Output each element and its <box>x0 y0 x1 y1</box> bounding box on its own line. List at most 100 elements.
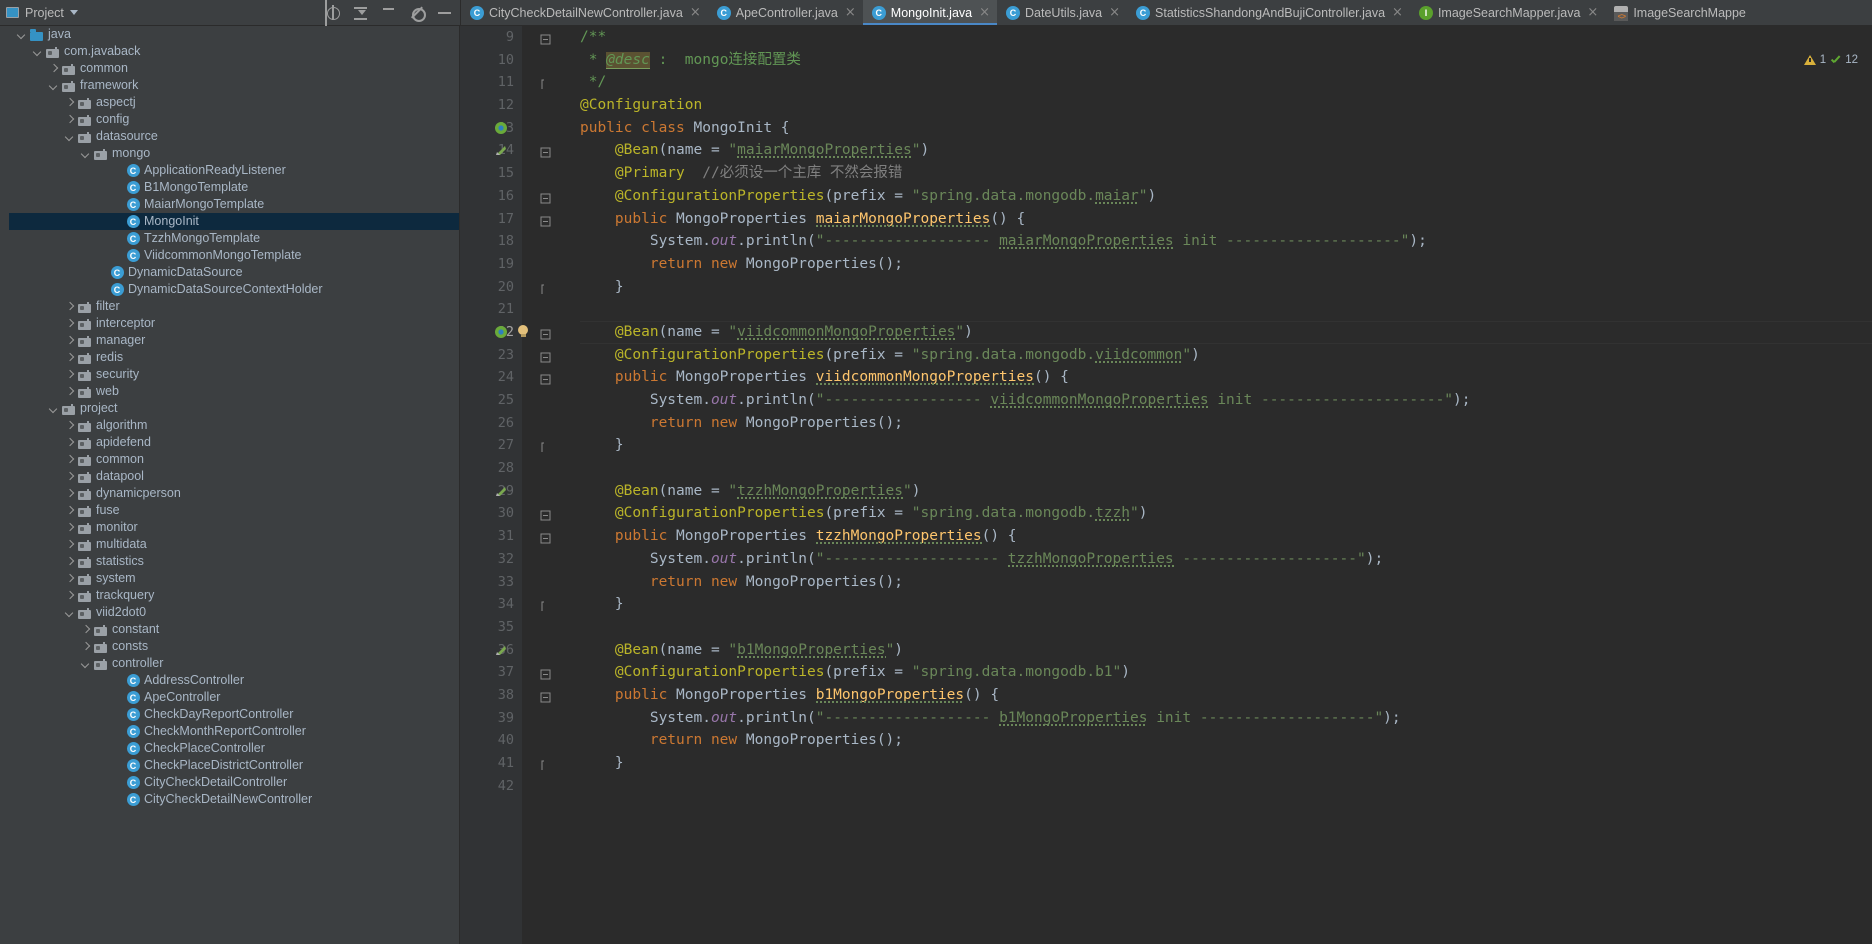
close-icon[interactable]: × <box>688 6 701 19</box>
tree-file-item[interactable]: MaiarMongoTemplate <box>0 196 459 213</box>
chevron-right-icon[interactable] <box>64 335 75 346</box>
code-editor[interactable]: 9 10 11 12 13 14 15 16 17 18 19 20 21 22 23 24 25 26 27 28 2… <box>460 26 1872 944</box>
chevron-right-icon[interactable] <box>64 539 75 550</box>
settings-gear-icon[interactable] <box>409 5 426 22</box>
bean-gutter-icon[interactable] <box>494 143 509 158</box>
code-line[interactable]: /** <box>580 26 1872 49</box>
chevron-down-icon[interactable] <box>69 10 78 15</box>
project-tree-panel[interactable]: java com.javaback common framework aspectj co… <box>0 26 460 944</box>
code-line[interactable] <box>580 457 1872 480</box>
editor-gutter-line-numbers[interactable]: 9 10 11 12 13 14 15 16 17 18 19 20 21 22 23 24 25 26 27 28 2… <box>460 26 522 944</box>
chevron-right-icon[interactable] <box>80 624 91 635</box>
code-line[interactable]: System.out.println("--------------------… <box>580 548 1872 571</box>
tree-folder-item[interactable]: dynamicperson <box>0 485 459 502</box>
chevron-right-icon[interactable] <box>64 318 75 329</box>
code-line[interactable]: @Bean(name = "tzzhMongoProperties") <box>580 480 1872 503</box>
tree-folder-item[interactable]: apidefend <box>0 434 459 451</box>
bean-gutter-icon[interactable] <box>494 643 509 658</box>
code-line[interactable]: public class MongoInit { <box>580 117 1872 140</box>
code-line[interactable]: return new MongoProperties(); <box>580 412 1872 435</box>
chevron-down-icon[interactable] <box>48 80 59 91</box>
chevron-right-icon[interactable] <box>64 97 75 108</box>
fold-region-icon[interactable] <box>540 191 551 209</box>
code-line[interactable]: @Configuration <box>580 94 1872 117</box>
fold-collapse-icon[interactable] <box>540 145 551 163</box>
tree-file-item[interactable]: B1MongoTemplate <box>0 179 459 196</box>
tree-folder-item[interactable]: trackquery <box>0 587 459 604</box>
chevron-right-icon[interactable] <box>64 522 75 533</box>
tree-file-item[interactable]: ApplicationReadyListener <box>0 162 459 179</box>
tree-folder-item[interactable]: interceptor <box>0 315 459 332</box>
chevron-right-icon[interactable] <box>64 369 75 380</box>
project-panel-title[interactable]: Project <box>6 6 78 20</box>
tree-folder-item[interactable]: fuse <box>0 502 459 519</box>
tree-file-item[interactable]: ViidcommonMongoTemplate <box>0 247 459 264</box>
code-line[interactable]: @ConfigurationProperties(prefix = "sprin… <box>580 502 1872 525</box>
tree-folder-item[interactable]: common <box>0 60 459 77</box>
chevron-right-icon[interactable] <box>64 386 75 397</box>
tree-folder-item[interactable]: datapool <box>0 468 459 485</box>
tree-file-item[interactable]: ApeController <box>0 689 459 706</box>
editor-tab[interactable]: ImageSearchMappe <box>1605 0 1753 25</box>
close-icon[interactable]: × <box>843 6 856 19</box>
close-icon[interactable]: × <box>1585 6 1598 19</box>
bean-gutter-icon[interactable] <box>494 484 509 499</box>
code-line[interactable]: System.out.println("------------------- … <box>580 230 1872 253</box>
code-line[interactable]: @Bean(name = "maiarMongoProperties") <box>580 139 1872 162</box>
code-line[interactable]: public MongoProperties tzzhMongoProperti… <box>580 525 1872 548</box>
fold-collapse-icon[interactable] <box>540 327 551 345</box>
editor-tab[interactable]: I ImageSearchMapper.java × <box>1410 0 1605 25</box>
tree-folder-item[interactable]: monitor <box>0 519 459 536</box>
spring-bean-gutter-icon[interactable] <box>494 121 509 136</box>
fold-collapse-icon[interactable] <box>540 372 551 390</box>
chevron-down-icon[interactable] <box>64 131 75 142</box>
code-line[interactable] <box>580 775 1872 798</box>
tree-file-item[interactable]: CheckPlaceController <box>0 740 459 757</box>
tree-folder-item[interactable]: viid2dot0 <box>0 604 459 621</box>
tree-file-item[interactable]: CheckPlaceDistrictController <box>0 757 459 774</box>
fold-collapse-icon[interactable] <box>540 214 551 232</box>
chevron-right-icon[interactable] <box>64 573 75 584</box>
fold-end-icon[interactable] <box>540 758 551 776</box>
editor-gutter-markers[interactable] <box>495 26 580 944</box>
code-line[interactable]: public MongoProperties maiarMongoPropert… <box>580 208 1872 231</box>
tree-file-item[interactable]: CityCheckDetailController <box>0 774 459 791</box>
fold-end-icon[interactable] <box>540 77 551 95</box>
tree-folder-item[interactable]: controller <box>0 655 459 672</box>
editor-tab[interactable]: C ApeController.java × <box>708 0 863 25</box>
code-line[interactable]: } <box>580 752 1872 775</box>
chevron-down-icon[interactable] <box>48 403 59 414</box>
chevron-down-icon[interactable] <box>80 148 91 159</box>
tree-file-item[interactable]: MongoInit <box>0 213 459 230</box>
code-line[interactable] <box>580 298 1872 321</box>
chevron-right-icon[interactable] <box>64 420 75 431</box>
chevron-right-icon[interactable] <box>64 114 75 125</box>
tree-folder-item[interactable]: algorithm <box>0 417 459 434</box>
chevron-right-icon[interactable] <box>64 556 75 567</box>
tree-file-item[interactable]: DynamicDataSourceContextHolder <box>0 281 459 298</box>
code-line[interactable]: @Primary //必须设一个主库 不然会报错 <box>580 162 1872 185</box>
chevron-down-icon[interactable] <box>32 46 43 57</box>
spring-bean-gutter-icon[interactable] <box>494 325 509 340</box>
intention-bulb-icon[interactable] <box>517 324 529 339</box>
code-line[interactable]: @ConfigurationProperties(prefix = "sprin… <box>580 661 1872 684</box>
tree-folder-item[interactable]: consts <box>0 638 459 655</box>
chevron-right-icon[interactable] <box>64 505 75 516</box>
code-line[interactable]: @ConfigurationProperties(prefix = "sprin… <box>580 185 1872 208</box>
chevron-right-icon[interactable] <box>64 301 75 312</box>
tree-file-item[interactable]: CityCheckDetailNewController <box>0 791 459 808</box>
chevron-right-icon[interactable] <box>64 590 75 601</box>
tree-folder-item[interactable]: web <box>0 383 459 400</box>
tree-folder-item[interactable]: filter <box>0 298 459 315</box>
chevron-right-icon[interactable] <box>48 63 59 74</box>
locate-icon[interactable] <box>325 5 340 20</box>
tree-folder-item[interactable]: constant <box>0 621 459 638</box>
chevron-right-icon[interactable] <box>64 454 75 465</box>
tree-folder-item[interactable]: mongo <box>0 145 459 162</box>
tree-file-item[interactable]: AddressController <box>0 672 459 689</box>
hide-icon[interactable] <box>437 5 452 20</box>
editor-tab[interactable]: C StatisticsShandongAndBujiController.jav… <box>1127 0 1410 25</box>
code-line[interactable] <box>580 616 1872 639</box>
code-line[interactable]: } <box>580 593 1872 616</box>
inspection-widget[interactable]: 1 12 <box>1803 54 1858 66</box>
